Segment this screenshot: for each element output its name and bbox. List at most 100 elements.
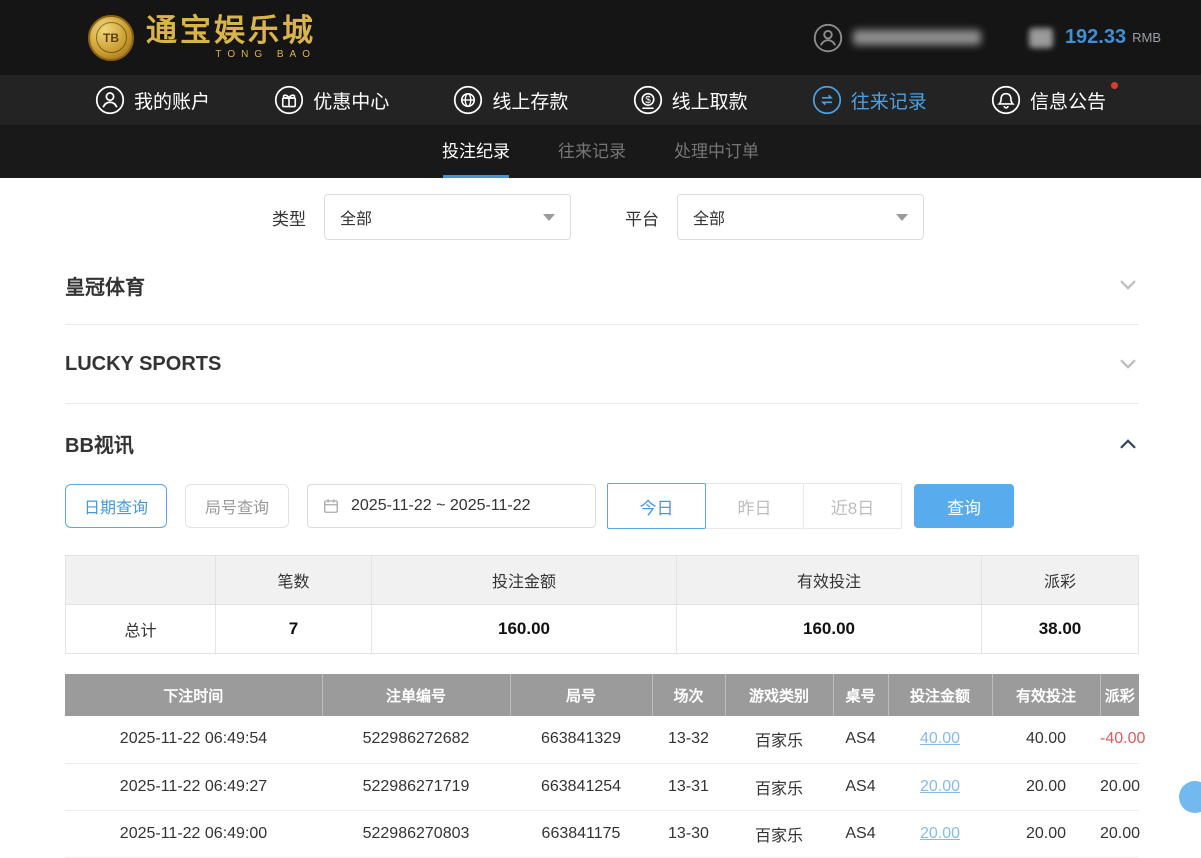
cell-valid-bet: 20.00 — [992, 810, 1100, 857]
col-round: 局号 — [510, 674, 652, 716]
section-title: LUCKY SPORTS — [65, 353, 221, 376]
logo-title: 通宝娱乐城 — [146, 15, 316, 46]
tab-betting-records[interactable]: 投注纪录 — [424, 125, 528, 178]
nav-item-withdrawal[interactable]: $ 线上取款 — [633, 85, 748, 115]
logo-badge: TB — [96, 22, 127, 53]
bet-amount-link[interactable]: 20.00 — [920, 778, 960, 795]
cell-table-no: AS4 — [833, 716, 888, 763]
summary-valid: 160.00 — [677, 605, 982, 654]
section-lucky-sports[interactable]: LUCKY SPORTS — [65, 325, 1139, 404]
cell-bet-time: 2025-11-22 06:49:27 — [65, 763, 322, 810]
section-title: 皇冠体育 — [65, 271, 145, 300]
cell-payout: 20.00 — [1100, 810, 1139, 857]
cell-game-type: 百家乐 — [725, 810, 833, 857]
button-label: 局号查询 — [205, 494, 269, 518]
button-label: 日期查询 — [84, 494, 148, 518]
summary-bet: 160.00 — [372, 605, 677, 654]
user-avatar-icon[interactable] — [813, 23, 843, 53]
nav-item-transaction-records[interactable]: 往来记录 — [812, 85, 927, 115]
nav-label: 我的账户 — [134, 87, 210, 114]
table-row: 2025-11-22 06:49:27 522986271719 6638412… — [65, 763, 1139, 810]
main-content: 类型 全部 平台 全部 皇冠体育 LUCKY SPORTS BB视讯 日期查询 — [0, 194, 1201, 858]
bet-records-table: 下注时间 注单编号 局号 场次 游戏类别 桌号 投注金额 有效投注 派彩 202… — [65, 674, 1139, 858]
deposit-icon — [453, 85, 483, 115]
nav-item-deposit[interactable]: 线上存款 — [453, 85, 568, 115]
chevron-down-icon — [543, 214, 555, 221]
yesterday-button[interactable]: 昨日 — [705, 483, 804, 529]
cell-table-no: AS4 — [833, 763, 888, 810]
cell-payout: -40.00 — [1100, 716, 1139, 763]
last-8-days-button[interactable]: 近8日 — [803, 483, 902, 529]
type-select-value: 全部 — [340, 205, 372, 229]
section-title: BB视讯 — [65, 429, 134, 458]
summary-total-label: 总计 — [66, 605, 216, 654]
summary-total-row: 总计 7 160.00 160.00 38.00 — [66, 605, 1139, 654]
tab-label: 处理中订单 — [674, 142, 759, 161]
cell-bet-amount: 20.00 — [888, 763, 992, 810]
cell-valid-bet: 20.00 — [992, 763, 1100, 810]
tab-transaction-records[interactable]: 往来记录 — [540, 125, 644, 178]
col-payout: 派彩 — [1100, 674, 1139, 716]
redacted-wallet-icon — [1029, 28, 1053, 48]
cell-bet-id: 522986271719 — [322, 763, 510, 810]
col-bet-id: 注单编号 — [322, 674, 510, 716]
platform-filter-label: 平台 — [625, 205, 659, 230]
date-query-button[interactable]: 日期查询 — [65, 484, 167, 528]
section-bb-video[interactable]: BB视讯 — [65, 404, 1139, 483]
table-row: 2025-11-22 06:49:00 522986270803 6638411… — [65, 810, 1139, 857]
notification-badge — [1111, 82, 1118, 89]
site-logo[interactable]: TB 通宝娱乐城 TONG BAO — [88, 15, 316, 61]
top-bar: TB 通宝娱乐城 TONG BAO 192.33 RMB — [0, 0, 1201, 75]
summary-header-bet: 投注金额 — [372, 556, 677, 605]
cell-round: 663841175 — [510, 810, 652, 857]
cell-session: 13-32 — [652, 716, 725, 763]
redacted-username — [853, 30, 981, 45]
calendar-icon — [321, 496, 341, 516]
account-balance: 192.33 — [1065, 26, 1126, 49]
currency-label: RMB — [1132, 30, 1161, 45]
table-row: 2025-11-22 06:49:54 522986272682 6638413… — [65, 716, 1139, 763]
main-navigation: 我的账户 优惠中心 线上存款 $ 线上取款 往来记录 — [0, 75, 1201, 125]
nav-item-announcements[interactable]: 信息公告 — [991, 85, 1106, 115]
summary-payout: 38.00 — [982, 605, 1139, 654]
button-label: 今日 — [640, 494, 674, 519]
nav-label: 往来记录 — [851, 87, 927, 114]
account-icon — [95, 85, 125, 115]
summary-header-valid: 有效投注 — [677, 556, 982, 605]
cell-bet-id: 522986272682 — [322, 716, 510, 763]
tab-processing-orders[interactable]: 处理中订单 — [656, 125, 777, 178]
nav-item-my-account[interactable]: 我的账户 — [95, 85, 210, 115]
search-button[interactable]: 查询 — [914, 484, 1014, 528]
date-range-input[interactable]: 2025-11-22 ~ 2025-11-22 — [307, 484, 596, 528]
filter-row: 类型 全部 平台 全部 — [272, 194, 1139, 240]
bell-icon — [991, 85, 1021, 115]
cell-session: 13-31 — [652, 763, 725, 810]
bet-amount-link[interactable]: 40.00 — [920, 730, 960, 747]
section-crown-sports[interactable]: 皇冠体育 — [65, 246, 1139, 325]
chevron-down-icon — [1117, 353, 1139, 375]
gift-icon — [274, 85, 304, 115]
svg-text:$: $ — [645, 95, 651, 106]
query-controls: 日期查询 局号查询 2025-11-22 ~ 2025-11-22 今日 昨日 … — [65, 483, 1139, 529]
type-select[interactable]: 全部 — [324, 194, 571, 240]
cell-bet-time: 2025-11-22 06:49:54 — [65, 716, 322, 763]
button-label: 近8日 — [831, 494, 874, 519]
tab-label: 往来记录 — [558, 142, 626, 161]
nav-label: 信息公告 — [1030, 87, 1106, 114]
round-query-button[interactable]: 局号查询 — [185, 484, 289, 528]
nav-item-promotions[interactable]: 优惠中心 — [274, 85, 389, 115]
cell-round: 663841329 — [510, 716, 652, 763]
summary-header-count: 笔数 — [216, 556, 372, 605]
col-table-no: 桌号 — [833, 674, 888, 716]
cell-round: 663841254 — [510, 763, 652, 810]
logo-coin-icon: TB — [88, 15, 134, 61]
col-bet-amount: 投注金额 — [888, 674, 992, 716]
today-button[interactable]: 今日 — [607, 483, 706, 529]
bet-amount-link[interactable]: 20.00 — [920, 825, 960, 842]
cell-bet-time: 2025-11-22 06:49:00 — [65, 810, 322, 857]
platform-select[interactable]: 全部 — [677, 194, 924, 240]
chevron-down-icon — [896, 214, 908, 221]
logo-subtitle: TONG BAO — [146, 49, 316, 60]
summary-header-blank — [66, 556, 216, 605]
summary-header-payout: 派彩 — [982, 556, 1139, 605]
